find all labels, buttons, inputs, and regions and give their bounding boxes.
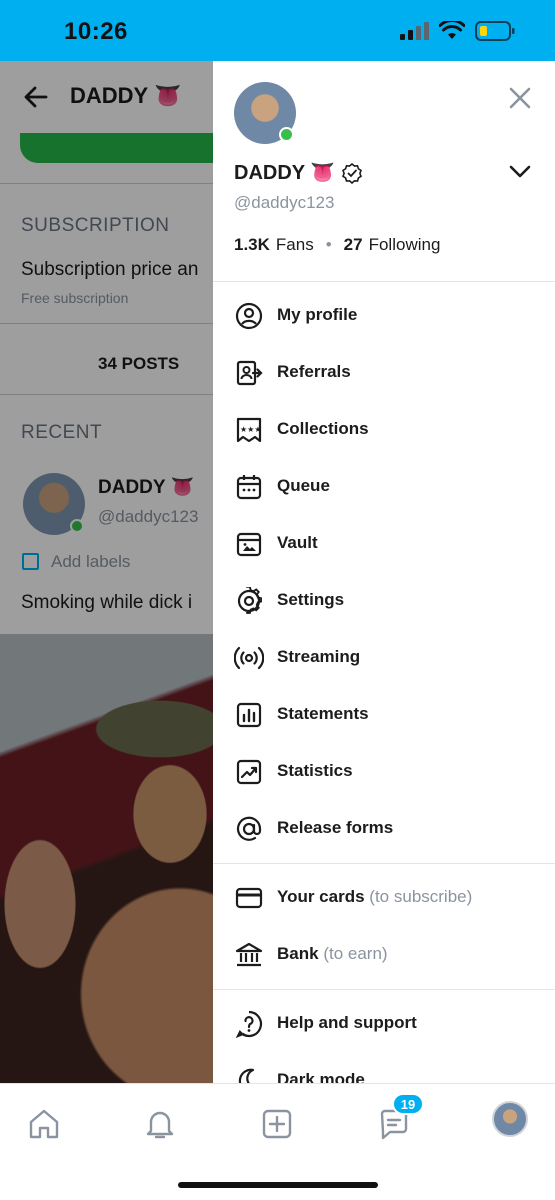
menu-item-streaming[interactable]: Streaming bbox=[213, 629, 555, 686]
bank-sublabel: (to earn) bbox=[323, 944, 388, 963]
verified-badge-icon bbox=[342, 162, 363, 184]
status-bar: 10:26 bbox=[0, 0, 555, 61]
menu-label: Help and support bbox=[277, 1013, 417, 1032]
menu-item-dark-mode[interactable]: Dark mode bbox=[213, 1052, 555, 1083]
nav-new-post[interactable] bbox=[257, 1104, 297, 1144]
bank-label: Bank bbox=[277, 944, 319, 963]
referral-icon bbox=[234, 358, 264, 388]
menu-label: Settings bbox=[277, 590, 345, 609]
cards-sublabel: (to subscribe) bbox=[369, 887, 473, 906]
fans-count[interactable]: 1.3K bbox=[234, 235, 270, 255]
menu-label: Bank (to earn) bbox=[277, 944, 388, 964]
chevron-down-icon[interactable] bbox=[509, 165, 531, 179]
card-icon bbox=[234, 883, 264, 913]
following-count[interactable]: 27 bbox=[344, 235, 363, 255]
cards-label: Your cards bbox=[277, 887, 365, 906]
status-time: 10:26 bbox=[64, 18, 128, 45]
help-icon bbox=[234, 1009, 264, 1039]
menu-label: Vault bbox=[277, 533, 318, 552]
vault-icon bbox=[234, 529, 264, 559]
battery-icon bbox=[475, 21, 515, 41]
menu-item-queue[interactable]: Queue bbox=[213, 458, 555, 515]
menu-label: Collections bbox=[277, 419, 369, 438]
bar-chart-icon bbox=[234, 700, 264, 730]
svg-text:★★★: ★★★ bbox=[240, 425, 262, 434]
menu-item-statements[interactable]: Statements bbox=[213, 686, 555, 743]
online-indicator bbox=[279, 127, 294, 142]
menu-label: My profile bbox=[277, 305, 358, 324]
menu-label: Statements bbox=[277, 704, 369, 723]
divider bbox=[213, 281, 555, 282]
menu-item-bank[interactable]: Bank (to earn) bbox=[213, 926, 555, 983]
following-label[interactable]: Following bbox=[369, 235, 441, 255]
menu-item-referrals[interactable]: Referrals bbox=[213, 344, 555, 401]
signal-icon bbox=[400, 22, 429, 40]
wifi-icon bbox=[439, 21, 465, 39]
follow-stats: 1.3K Fans • 27 Following bbox=[234, 235, 440, 255]
user-circle-icon bbox=[234, 301, 264, 331]
menu-item-statistics[interactable]: Statistics bbox=[213, 743, 555, 800]
menu-item-collections[interactable]: ★★★ Collections bbox=[213, 401, 555, 458]
add-post-icon bbox=[262, 1109, 292, 1139]
side-drawer: DADDY 👅 @daddyc123 1.3K Fans • 27 Follow… bbox=[213, 61, 555, 1083]
menu-item-your-cards[interactable]: Your cards (to subscribe) bbox=[213, 869, 555, 926]
status-icons bbox=[399, 20, 515, 42]
trend-chart-icon bbox=[234, 757, 264, 787]
nav-profile-avatar[interactable] bbox=[492, 1101, 528, 1137]
menu-label: Statistics bbox=[277, 761, 353, 780]
messages-badge: 19 bbox=[392, 1093, 424, 1115]
menu-label: Dark mode bbox=[277, 1070, 365, 1083]
fans-label[interactable]: Fans bbox=[276, 235, 314, 255]
menu-label: Referrals bbox=[277, 362, 351, 381]
bell-icon bbox=[146, 1111, 174, 1139]
stats-separator: • bbox=[325, 235, 332, 254]
menu-label: Release forms bbox=[277, 818, 394, 837]
menu-label: Your cards (to subscribe) bbox=[277, 887, 472, 907]
divider bbox=[213, 863, 555, 864]
gear-icon bbox=[234, 586, 264, 616]
menu-label: Queue bbox=[277, 476, 330, 495]
nav-home[interactable] bbox=[24, 1104, 64, 1144]
drawer-user-name: DADDY 👅 bbox=[234, 160, 363, 185]
collections-icon: ★★★ bbox=[234, 415, 264, 445]
nav-notifications[interactable] bbox=[140, 1104, 180, 1144]
home-icon bbox=[29, 1109, 59, 1139]
drawer-user-handle: @daddyc123 bbox=[234, 193, 335, 212]
at-icon bbox=[234, 814, 264, 844]
menu-label: Streaming bbox=[277, 647, 361, 666]
menu-item-my-profile[interactable]: My profile bbox=[213, 287, 555, 344]
menu-item-vault[interactable]: Vault bbox=[213, 515, 555, 572]
menu-item-settings[interactable]: Settings bbox=[213, 572, 555, 629]
calendar-icon bbox=[234, 472, 264, 502]
drawer-name-text: DADDY 👅 bbox=[234, 162, 336, 184]
close-icon[interactable] bbox=[507, 85, 533, 111]
moon-icon bbox=[234, 1066, 264, 1083]
menu-item-help[interactable]: Help and support bbox=[213, 995, 555, 1052]
broadcast-icon bbox=[234, 643, 264, 673]
divider bbox=[213, 989, 555, 990]
bank-icon bbox=[234, 940, 264, 970]
menu-item-release-forms[interactable]: Release forms bbox=[213, 800, 555, 857]
home-indicator bbox=[178, 1182, 378, 1188]
